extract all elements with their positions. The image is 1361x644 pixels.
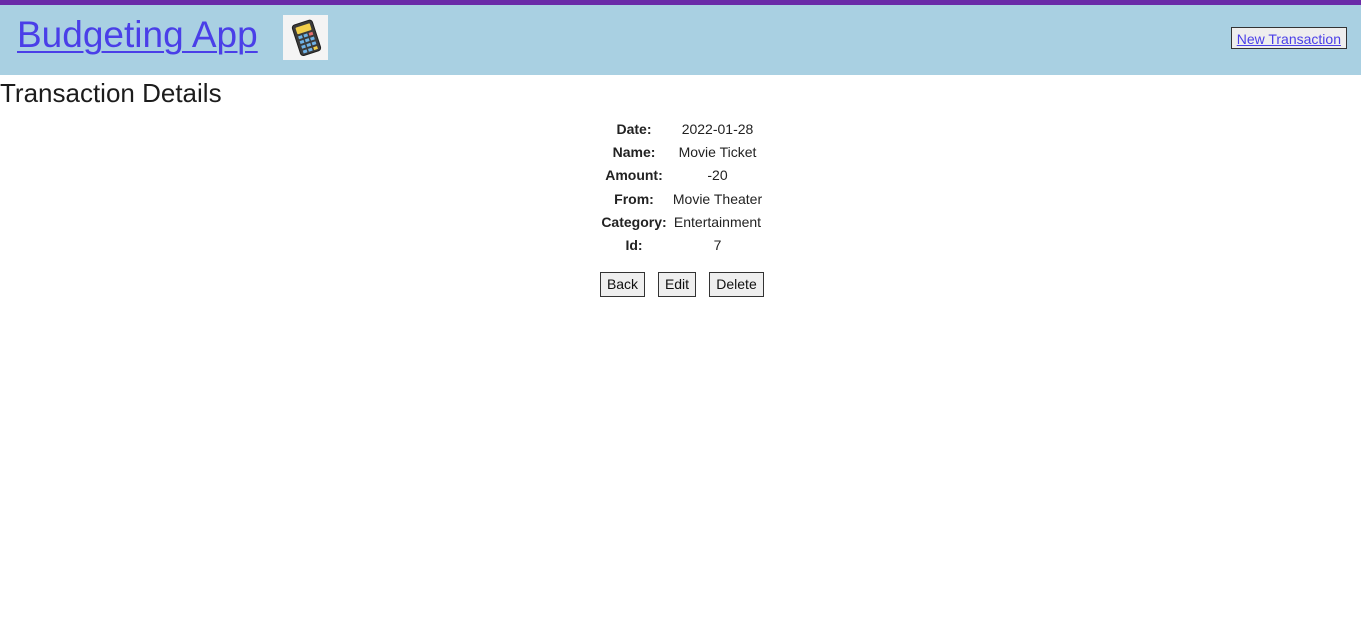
detail-label: From: xyxy=(614,190,654,207)
detail-value: 2022-01-28 xyxy=(681,120,754,137)
detail-value: 7 xyxy=(713,237,722,254)
detail-row-name: Name: Movie Ticket xyxy=(600,141,765,162)
transaction-details-table: Date: 2022-01-28 Name: Movie Ticket Amou… xyxy=(598,116,767,258)
detail-label: Date: xyxy=(616,120,652,137)
new-transaction-button[interactable]: New Transaction xyxy=(1230,27,1347,49)
detail-value: Entertainment xyxy=(673,213,762,230)
detail-row-from: From: Movie Theater xyxy=(600,188,765,209)
app-title-link[interactable]: Budgeting App xyxy=(17,13,258,57)
detail-row-id: Id: 7 xyxy=(600,234,765,255)
edit-button[interactable]: Edit xyxy=(658,272,696,297)
delete-button[interactable]: Delete xyxy=(709,272,764,297)
navbar: Budgeting App New Transaction xyxy=(0,5,1361,75)
detail-value: Movie Ticket xyxy=(678,143,757,160)
detail-row-category: Category: Entertainment xyxy=(600,211,765,232)
detail-label: Id: xyxy=(625,237,643,254)
detail-row-amount: Amount: -20 xyxy=(600,165,765,186)
detail-value: Movie Theater xyxy=(672,190,763,207)
detail-label: Category: xyxy=(601,213,667,230)
detail-value: -20 xyxy=(707,167,728,184)
page-title: Transaction Details xyxy=(0,78,222,108)
calculator-icon xyxy=(283,15,328,60)
detail-label: Name: xyxy=(612,143,656,160)
back-button[interactable]: Back xyxy=(600,272,645,297)
detail-label: Amount: xyxy=(605,167,663,184)
detail-row-date: Date: 2022-01-28 xyxy=(600,118,765,139)
